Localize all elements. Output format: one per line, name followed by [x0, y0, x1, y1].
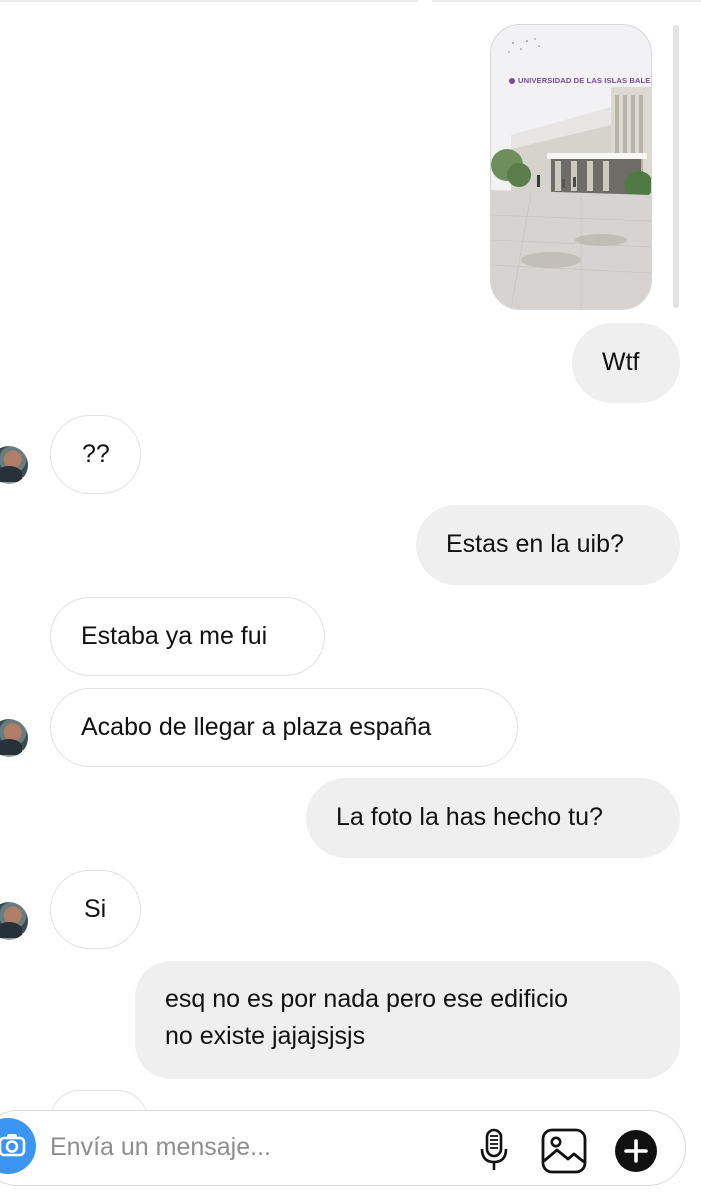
message-input[interactable]: Envía un mensaje...: [50, 1133, 271, 1162]
scrollbar[interactable]: [673, 25, 679, 308]
message-text: Wtf: [602, 348, 640, 376]
shared-story-card[interactable]: UNIVERSIDAD DE LAS ISLAS BALEARES: [490, 24, 652, 310]
message-text: La foto la has hecho tu?: [336, 803, 603, 831]
message-outgoing[interactable]: La foto la has hecho tu?: [306, 778, 680, 858]
camera-icon: [0, 1134, 26, 1157]
message-text: Estas en la uib?: [446, 530, 624, 558]
avatar[interactable]: [0, 902, 28, 940]
plus-circle-icon[interactable]: [614, 1129, 658, 1173]
message-text-line: esq no es por nada pero ese edificio: [165, 985, 569, 1013]
message-text: Si: [84, 895, 107, 923]
story-location-caption: UNIVERSIDAD DE LAS ISLAS BALEARES: [518, 76, 651, 85]
message-text: Acabo de llegar a plaza españa: [81, 713, 432, 741]
avatar[interactable]: [0, 719, 28, 757]
message-incoming[interactable]: Acabo de llegar a plaza españa: [50, 688, 518, 767]
message-text: ??: [82, 440, 110, 468]
message-text: Estaba ya me fui: [81, 622, 268, 650]
building-photo: [491, 25, 651, 309]
message-outgoing[interactable]: Estas en la uib?: [416, 505, 680, 585]
message-outgoing[interactable]: Wtf: [572, 323, 680, 403]
avatar[interactable]: [0, 446, 28, 484]
message-outgoing[interactable]: esq no es por nada pero ese edificio no …: [135, 961, 680, 1079]
microphone-icon[interactable]: [478, 1127, 510, 1173]
top-divider: [0, 0, 701, 2]
message-incoming[interactable]: Estaba ya me fui: [50, 597, 325, 676]
image-icon[interactable]: [541, 1128, 587, 1174]
message-incoming[interactable]: ??: [50, 415, 141, 494]
message-incoming[interactable]: Si: [50, 870, 141, 949]
message-text-line: no existe jajajsjsjs: [165, 1022, 366, 1050]
